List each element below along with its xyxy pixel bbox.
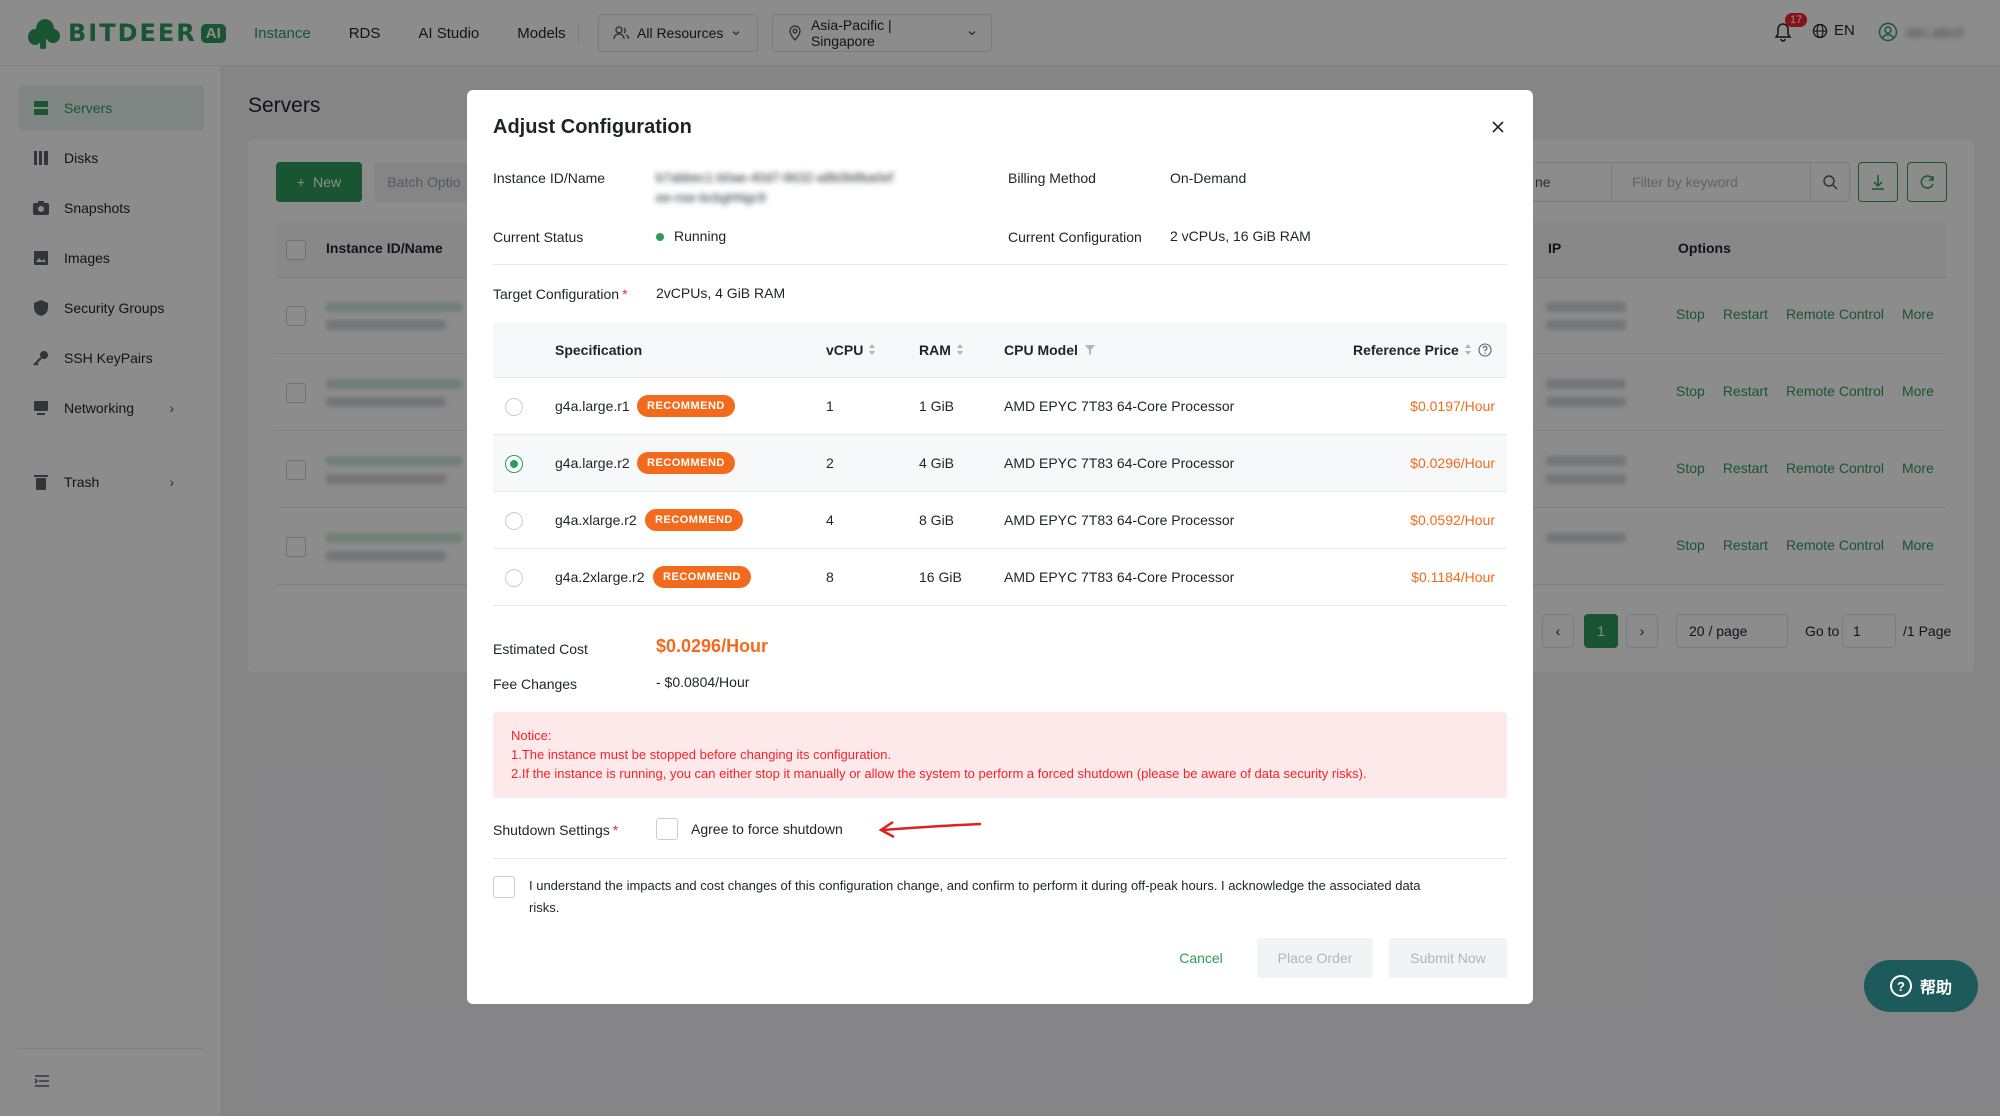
current-config-label: Current Configuration [1008,229,1142,245]
spec-cpu-model: AMD EPYC 7T83 64-Core Processor [1004,512,1235,528]
fee-changes-value: - $0.0804/Hour [656,674,750,690]
divider [493,264,1507,265]
recommend-tag: RECOMMEND [637,452,735,474]
spec-vcpu: 4 [826,512,834,528]
target-config-label-text: Target Configuration [493,286,620,302]
estimated-cost-label: Estimated Cost [493,641,588,657]
spec-name: g4a.large.r2 [555,455,630,471]
spec-price: $0.0197/Hour [1410,398,1495,414]
spec-cpu-model: AMD EPYC 7T83 64-Core Processor [1004,569,1235,585]
help-circle-icon[interactable] [1478,343,1492,357]
status-text: Running [674,228,727,244]
notice-title: Notice: [511,728,552,743]
current-status-label: Current Status [493,229,584,245]
spec-name: g4a.xlarge.r2 [555,512,637,528]
spec-vcpu: 2 [826,455,834,471]
sort-icon [956,344,964,356]
spec-price: $0.1184/Hour [1411,569,1495,585]
specification-table: Specification vCPU RAM CPU Model Referen… [493,322,1507,606]
col-vcpu-label: vCPU [826,342,864,358]
spec-price: $0.0296/Hour [1410,455,1495,471]
submit-now-button[interactable]: Submit Now [1389,938,1507,978]
estimated-cost-value: $0.0296/Hour [656,636,769,656]
instance-name-value: ee-nse-bcbghNgc9 [656,190,766,205]
recommend-tag: RECOMMEND [637,395,735,417]
billing-method-value: On-Demand [1170,170,1247,186]
close-icon[interactable] [1491,120,1505,134]
spec-ram: 1 GiB [919,398,955,414]
spec-ram: 8 GiB [919,512,955,528]
force-shutdown-checkbox[interactable] [656,818,678,840]
shutdown-settings-label-text: Shutdown Settings [493,822,610,838]
dialog-title: Adjust Configuration [493,116,692,138]
spec-row-g4a-large-r2[interactable]: g4a.large.r2 RECOMMEND 2 4 GiB AMD EPYC … [493,435,1507,492]
cancel-button[interactable]: Cancel [1161,938,1241,978]
spec-cpu-model: AMD EPYC 7T83 64-Core Processor [1004,455,1235,471]
spec-radio-selected[interactable] [505,455,523,473]
acknowledge-text-line-2[interactable]: risks. [529,900,559,915]
target-config-value: 2vCPUs, 4 GiB RAM [656,285,786,301]
col-cpu-model[interactable]: CPU Model [1004,342,1096,358]
spec-table-header: Specification vCPU RAM CPU Model Referen… [493,322,1507,378]
acknowledge-checkbox[interactable] [493,876,515,898]
spec-name: g4a.large.r1 [555,398,630,414]
sort-icon [1464,344,1472,356]
spec-radio[interactable] [505,398,523,416]
filter-icon[interactable] [1084,344,1096,356]
instance-id-value: b7abbec1-b0ae-40d7-8632-a8b0b8ba0ef [656,170,894,185]
col-price-label: Reference Price [1353,342,1459,358]
col-ram[interactable]: RAM [919,342,964,358]
spec-row-g4a-large-r1[interactable]: g4a.large.r1 RECOMMEND 1 1 GiB AMD EPYC … [493,378,1507,435]
fee-changes-label: Fee Changes [493,676,578,692]
notice-alert: Notice: 1.The instance must be stopped b… [493,712,1507,798]
place-order-button[interactable]: Place Order [1257,938,1373,978]
force-shutdown-label[interactable]: Agree to force shutdown [691,821,843,837]
col-cpu-label: CPU Model [1004,342,1078,358]
current-status-value: Running [656,228,726,244]
help-label: 帮助 [1919,980,1952,997]
col-spec-label: Specification [555,342,643,358]
spec-radio[interactable] [505,512,523,530]
target-config-label: Target Configuration * [493,286,628,302]
spec-radio[interactable] [505,569,523,587]
spec-name: g4a.2xlarge.r2 [555,569,645,585]
spec-row-g4a-2xlarge-r2[interactable]: g4a.2xlarge.r2 RECOMMEND 8 16 GiB AMD EP… [493,549,1507,606]
col-specification: Specification [555,342,642,358]
spec-vcpu: 1 [826,398,834,414]
recommend-tag: RECOMMEND [653,566,751,588]
col-vcpu[interactable]: vCPU [826,342,876,358]
col-reference-price[interactable]: Reference Price [1353,342,1492,358]
notice-line-2: 2.If the instance is running, you can ei… [511,766,1367,781]
spec-ram: 4 GiB [919,455,955,471]
spec-price: $0.0592/Hour [1410,512,1495,528]
help-float-button[interactable]: ? 帮助 [1864,960,1978,1012]
shutdown-settings-label: Shutdown Settings * [493,822,619,838]
spec-ram: 16 GiB [919,569,962,585]
sort-icon [869,344,876,356]
current-config-value: 2 vCPUs, 16 GiB RAM [1170,228,1311,244]
spec-vcpu: 8 [826,569,834,585]
billing-method-label: Billing Method [1008,170,1096,186]
spec-cpu-model: AMD EPYC 7T83 64-Core Processor [1004,398,1235,414]
notice-line-1: 1.The instance must be stopped before ch… [511,747,892,762]
col-ram-label: RAM [919,342,951,358]
acknowledge-text-line-1[interactable]: I understand the impacts and cost change… [529,878,1421,893]
question-icon: ? [1889,975,1912,997]
instance-id-label: Instance ID/Name [493,170,606,186]
status-dot [656,233,664,242]
divider [493,858,1507,859]
recommend-tag: RECOMMEND [645,509,743,531]
adjust-configuration-dialog: Adjust Configuration Instance ID/Name b7… [467,90,1533,1004]
annotation-arrow-icon [878,820,982,839]
spec-row-g4a-xlarge-r2[interactable]: g4a.xlarge.r2 RECOMMEND 4 8 GiB AMD EPYC… [493,492,1507,549]
